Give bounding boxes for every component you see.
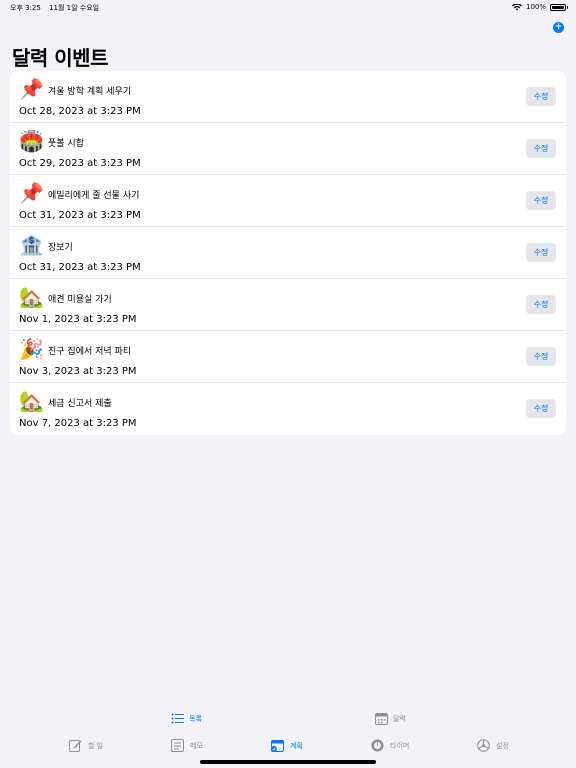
event-row[interactable]: 🎉 친구 집에서 저녁 파티 Nov 3, 2023 at 3:23 PM 수정 [10, 331, 566, 383]
event-title: 겨울 방학 계획 세우기 [48, 87, 132, 97]
list-icon [171, 713, 184, 724]
edit-button[interactable]: 수정 [526, 243, 556, 262]
event-date: Nov 7, 2023 at 3:23 PM [19, 418, 137, 429]
event-row[interactable]: 📌 에밀리에게 줄 선물 사기 Oct 31, 2023 at 3:23 PM … [10, 175, 566, 227]
event-row[interactable]: 🏡 애견 미용실 가기 Nov 1, 2023 at 3:23 PM 수정 [10, 279, 566, 331]
event-date: Oct 31, 2023 at 3:23 PM [19, 210, 141, 221]
house-garden-icon: 🏡 [19, 285, 44, 309]
status-bar: 오후 3:25 11월 1일 수요일 100% [0, 0, 576, 14]
stadium-icon: 🏟️ [19, 129, 44, 153]
event-list: 📌 겨울 방학 계획 세우기 Oct 28, 2023 at 3:23 PM 수… [10, 71, 566, 435]
pushpin-icon: 📌 [19, 77, 44, 101]
tab-settings[interactable]: 설정 [477, 739, 509, 752]
subtab-calendar[interactable]: 달력 [375, 712, 406, 725]
event-row[interactable]: 🏡 세금 신고서 제출 Nov 7, 2023 at 3:23 PM 수정 [10, 383, 566, 435]
event-row[interactable]: 🏦 장보기 Oct 31, 2023 at 3:23 PM 수정 [10, 227, 566, 279]
tab-plan[interactable]: 계획 [271, 739, 303, 752]
battery-icon [550, 3, 568, 11]
subtab-list[interactable]: 목록 [171, 712, 202, 725]
bank-icon: 🏦 [19, 233, 44, 257]
event-title: 에밀리에게 줄 선물 사기 [48, 191, 140, 201]
house-garden-icon: 🏡 [19, 389, 44, 413]
subtab-list-label: 목록 [189, 714, 202, 723]
tab-todo-label: 할 일 [88, 741, 104, 750]
gear-icon [477, 739, 490, 752]
event-date: Oct 29, 2023 at 3:23 PM [19, 158, 141, 169]
tab-settings-label: 설정 [496, 741, 509, 750]
event-title: 애견 미용실 가기 [48, 295, 112, 305]
event-row[interactable]: 📌 겨울 방학 계획 세우기 Oct 28, 2023 at 3:23 PM 수… [10, 71, 566, 123]
tab-memo[interactable]: 메모 [171, 739, 203, 752]
tab-plan-label: 계획 [290, 741, 303, 750]
pushpin-icon: 📌 [19, 181, 44, 205]
tab-timer-label: 타이머 [390, 741, 410, 750]
tab-memo-label: 메모 [190, 741, 203, 750]
calendar-icon [375, 713, 388, 725]
note-icon [171, 739, 184, 752]
status-date: 11월 1일 수요일 [49, 4, 100, 12]
edit-button[interactable]: 수정 [526, 139, 556, 158]
subtab-calendar-label: 달력 [393, 714, 406, 723]
square-pencil-icon [69, 740, 82, 752]
calendar-badge-icon [271, 740, 284, 752]
tab-todo[interactable]: 할 일 [69, 739, 103, 752]
event-title: 장보기 [48, 243, 73, 253]
page-title: 달력 이벤트 [12, 46, 108, 70]
edit-button[interactable]: 수정 [526, 87, 556, 106]
edit-button[interactable]: 수정 [526, 191, 556, 210]
home-indicator [200, 760, 376, 764]
battery-percent: 100% [525, 3, 546, 11]
event-date: Oct 28, 2023 at 3:23 PM [19, 106, 141, 117]
event-date: Nov 3, 2023 at 3:23 PM [19, 366, 137, 377]
status-time: 오후 3:25 [10, 4, 41, 12]
tab-bar: 할 일 메모 계획 타이머 설정 [0, 737, 576, 757]
party-popper-icon: 🎉 [19, 337, 44, 361]
event-date: Nov 1, 2023 at 3:23 PM [19, 314, 137, 325]
edit-button[interactable]: 수정 [526, 295, 556, 314]
tab-timer[interactable]: 타이머 [371, 739, 409, 752]
event-date: Oct 31, 2023 at 3:23 PM [19, 262, 141, 273]
edit-button[interactable]: 수정 [526, 399, 556, 418]
add-event-button[interactable]: + [553, 22, 564, 33]
event-title: 세금 신고서 제출 [48, 399, 112, 409]
event-title: 풋볼 시합 [48, 139, 84, 149]
event-row[interactable]: 🏟️ 풋볼 시합 Oct 29, 2023 at 3:23 PM 수정 [10, 123, 566, 175]
wifi-icon [511, 3, 522, 10]
view-switcher: 목록 달력 [0, 712, 576, 728]
event-title: 친구 집에서 저녁 파티 [48, 347, 132, 357]
edit-button[interactable]: 수정 [526, 347, 556, 366]
timer-icon [371, 739, 384, 752]
